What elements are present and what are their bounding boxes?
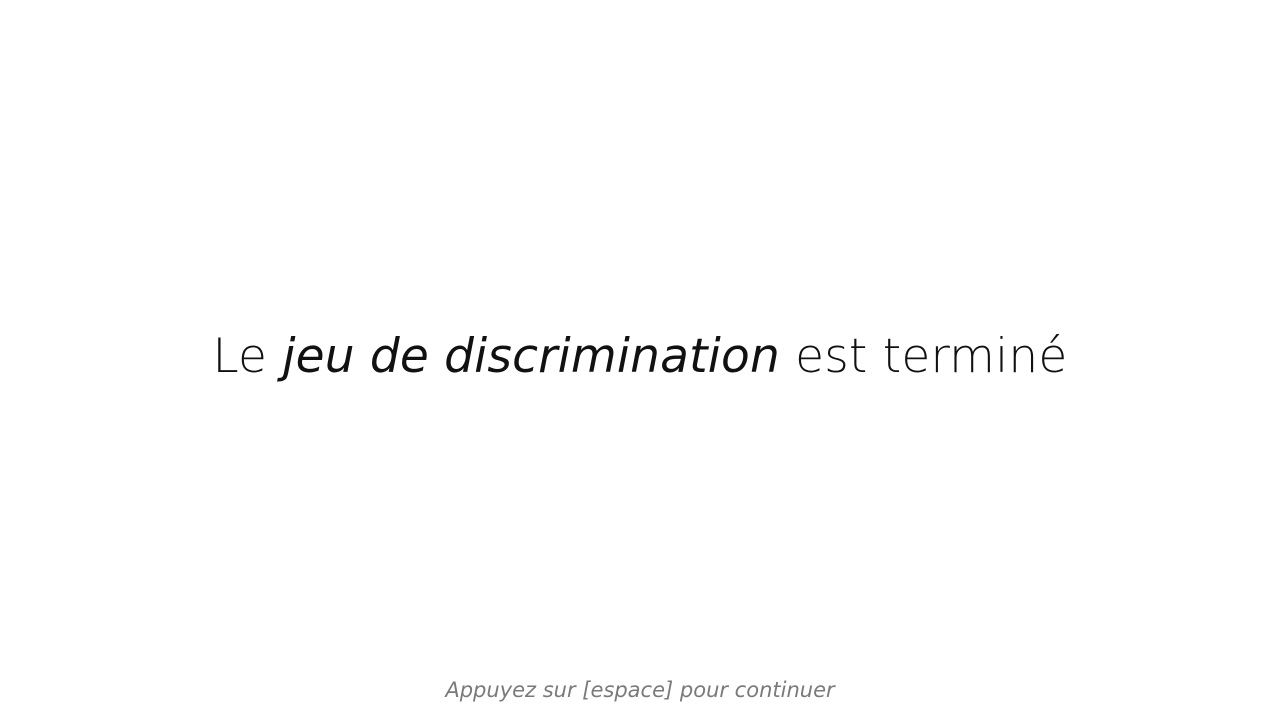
title-prefix: Le [212, 329, 283, 384]
title-emphasis: jeu de discrimination [282, 329, 780, 384]
page-title: Le jeu de discrimination est terminé [0, 322, 1280, 392]
continue-hint: Appuyez sur [espace] pour continuer [445, 678, 835, 702]
title-suffix: est terminé [779, 329, 1068, 384]
end-screen: Le jeu de discrimination est terminé App… [0, 0, 1280, 720]
